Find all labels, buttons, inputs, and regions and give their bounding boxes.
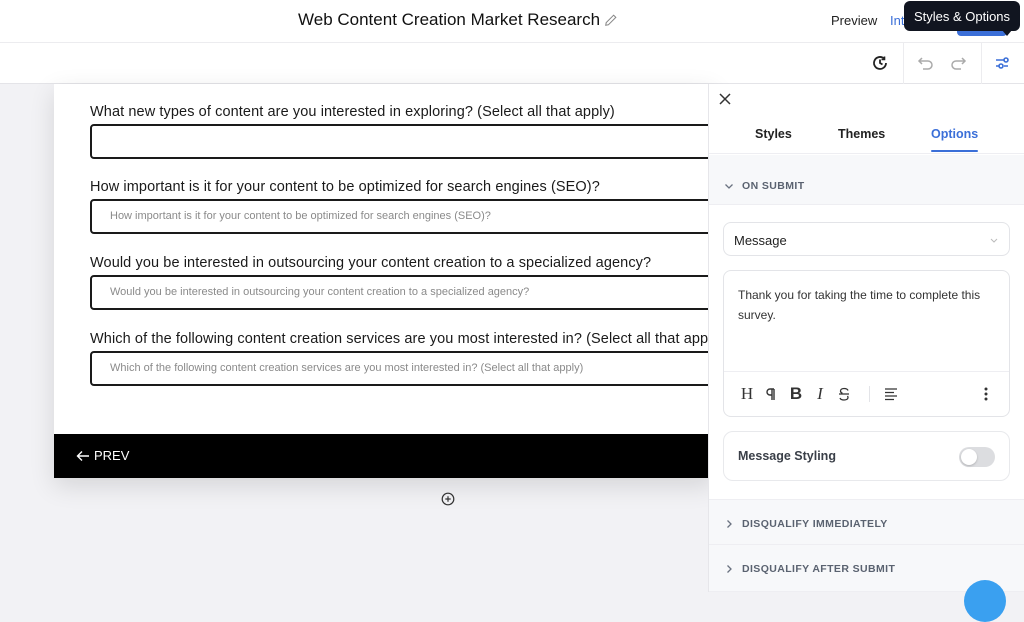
message-styling-toggle[interactable] <box>959 447 995 467</box>
plus-circle-icon[interactable] <box>441 492 455 506</box>
sliders-icon[interactable] <box>992 53 1012 73</box>
more-vertical-icon[interactable] <box>977 385 995 403</box>
section-on-submit[interactable]: ON SUBMIT <box>709 155 1024 205</box>
toolbar-divider <box>903 43 904 84</box>
answer-field[interactable]: How important is it for your content to … <box>90 199 730 234</box>
answer-field[interactable]: Would you be interested in outsourcing y… <box>90 275 730 310</box>
section-disqualify-immediately[interactable]: DISQUALIFY IMMEDIATELY <box>709 499 1024 545</box>
active-tab-indicator <box>931 150 978 152</box>
answer-field[interactable]: Which of the following content creation … <box>90 351 730 386</box>
history-clock-icon[interactable] <box>870 53 890 73</box>
close-icon[interactable] <box>718 92 732 106</box>
answer-placeholder: How important is it for your content to … <box>110 210 491 222</box>
message-editor[interactable]: Thank you for taking the time to complet… <box>723 270 1010 417</box>
select-value: Message <box>734 233 787 248</box>
italic-icon[interactable]: I <box>811 384 829 403</box>
message-styling-label: Message Styling <box>738 449 836 463</box>
tab-styles[interactable]: Styles <box>755 127 792 141</box>
styles-options-panel: Styles Themes Options ON SUBMIT Message … <box>708 84 1024 592</box>
prev-label: PREV <box>94 448 130 463</box>
tooltip-styles-options: Styles & Options <box>904 1 1020 36</box>
form-title[interactable]: Web Content Creation Market Research <box>298 10 618 30</box>
section-title: DISQUALIFY IMMEDIATELY <box>742 518 888 530</box>
on-submit-action-select[interactable]: Message <box>723 222 1010 256</box>
section-title: DISQUALIFY AFTER SUBMIT <box>742 563 896 575</box>
question-label: How important is it for your content to … <box>90 179 600 195</box>
undo-icon[interactable] <box>916 53 936 73</box>
tab-options[interactable]: Options <box>931 127 978 141</box>
message-styling-row: Message Styling <box>723 431 1010 481</box>
section-title: ON SUBMIT <box>742 180 805 192</box>
editor-toolbar-divider <box>869 386 870 402</box>
heading-icon[interactable]: H <box>738 384 756 403</box>
tab-themes[interactable]: Themes <box>838 127 885 141</box>
integrate-link[interactable]: Int <box>890 13 904 28</box>
question-label: Would you be interested in outsourcing y… <box>90 255 652 271</box>
message-text[interactable]: Thank you for taking the time to complet… <box>738 285 988 325</box>
form-card: What new types of content are you intere… <box>54 84 730 478</box>
form-title-text: Web Content Creation Market Research <box>298 10 601 29</box>
chevron-down-icon <box>990 238 998 243</box>
chevron-down-icon <box>725 184 733 189</box>
arrow-left-icon <box>76 450 89 461</box>
paragraph-icon[interactable] <box>762 385 780 403</box>
toggle-knob <box>961 449 977 465</box>
chat-support-button[interactable] <box>964 580 1006 622</box>
answer-placeholder: Which of the following content creation … <box>110 362 584 374</box>
toolbar-divider <box>981 43 982 84</box>
answer-placeholder: Would you be interested in outsourcing y… <box>110 286 530 298</box>
editor-toolbar <box>0 43 1024 84</box>
pencil-icon[interactable] <box>604 13 618 27</box>
redo-icon[interactable] <box>948 53 968 73</box>
chevron-right-icon <box>727 520 732 528</box>
editor-format-toolbar: H B I <box>724 371 1009 417</box>
form-canvas: What new types of content are you intere… <box>0 84 730 592</box>
align-left-icon[interactable] <box>882 385 900 403</box>
preview-button[interactable]: Preview <box>831 13 877 28</box>
bold-icon[interactable]: B <box>787 384 805 403</box>
answer-field[interactable] <box>90 124 730 159</box>
prev-button[interactable]: PREV <box>76 448 129 463</box>
strikethrough-icon[interactable] <box>835 385 853 403</box>
form-footer-bar: PREV <box>54 434 714 478</box>
chevron-right-icon <box>727 565 732 573</box>
top-bar: Web Content Creation Market Research Pre… <box>0 0 1024 43</box>
panel-tabs: Styles Themes Options <box>709 124 1024 154</box>
question-label: Which of the following content creation … <box>90 331 724 347</box>
question-label: What new types of content are you intere… <box>90 104 615 120</box>
